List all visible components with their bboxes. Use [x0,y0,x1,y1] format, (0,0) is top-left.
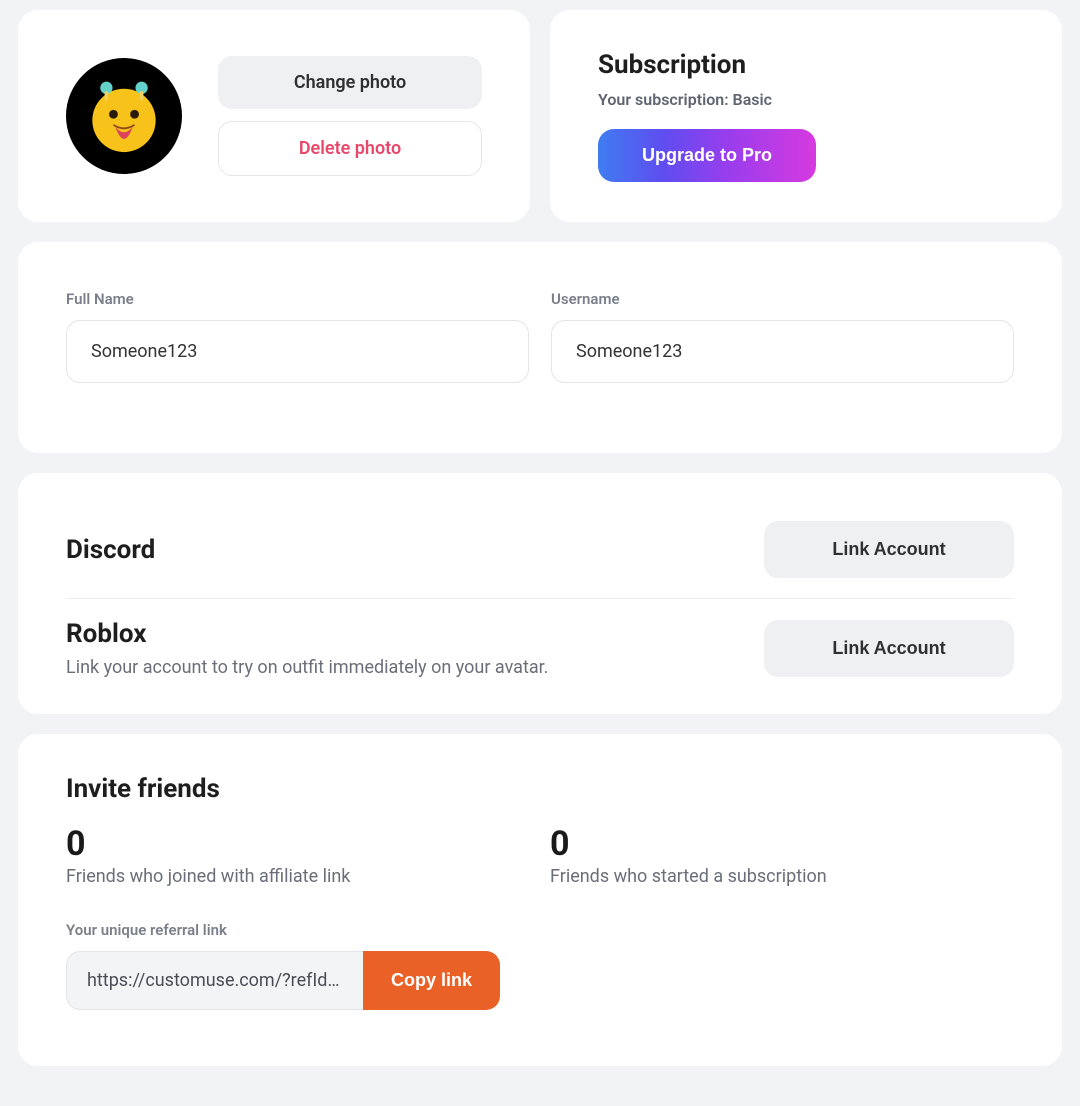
full-name-field: Full Name [66,290,529,383]
full-name-input[interactable] [66,320,529,383]
copy-link-button[interactable]: Copy link [363,951,500,1010]
invite-title: Invite friends [66,774,1014,804]
stat-subscribed: 0 Friends who started a subscription [550,824,1014,887]
photo-card: Change photo Delete photo [18,10,530,222]
referral-input[interactable] [66,951,363,1010]
discord-title: Discord [66,535,744,565]
change-photo-button[interactable]: Change photo [218,56,482,109]
discord-row: Discord Link Account [66,521,1014,599]
username-label: Username [551,290,1014,308]
profile-card: Full Name Username [18,242,1062,453]
roblox-row: Roblox Link your account to try on outfi… [66,599,1014,678]
invite-card: Invite friends 0 Friends who joined with… [18,734,1062,1066]
referral-label: Your unique referral link [66,921,1014,939]
avatar-icon [80,72,168,160]
delete-photo-button[interactable]: Delete photo [218,121,482,176]
stat-joined-value: 0 [66,824,530,864]
stat-subscribed-label: Friends who started a subscription [550,866,1014,887]
subscription-card: Subscription Your subscription: Basic Up… [550,10,1062,222]
full-name-label: Full Name [66,290,529,308]
link-discord-button[interactable]: Link Account [764,521,1014,578]
photo-buttons: Change photo Delete photo [218,56,482,176]
roblox-description: Link your account to try on outfit immed… [66,657,744,678]
stat-joined-label: Friends who joined with affiliate link [66,866,530,887]
username-input[interactable] [551,320,1014,383]
subscription-status: Your subscription: Basic [598,90,1014,109]
roblox-title: Roblox [66,619,744,649]
avatar [66,58,182,174]
username-field: Username [551,290,1014,383]
linked-accounts-card: Discord Link Account Roblox Link your ac… [18,473,1062,714]
subscription-title: Subscription [598,50,1014,80]
stat-joined: 0 Friends who joined with affiliate link [66,824,530,887]
referral-row: Copy link [66,951,500,1010]
upgrade-button[interactable]: Upgrade to Pro [598,129,816,182]
stat-subscribed-value: 0 [550,824,1014,864]
link-roblox-button[interactable]: Link Account [764,620,1014,677]
